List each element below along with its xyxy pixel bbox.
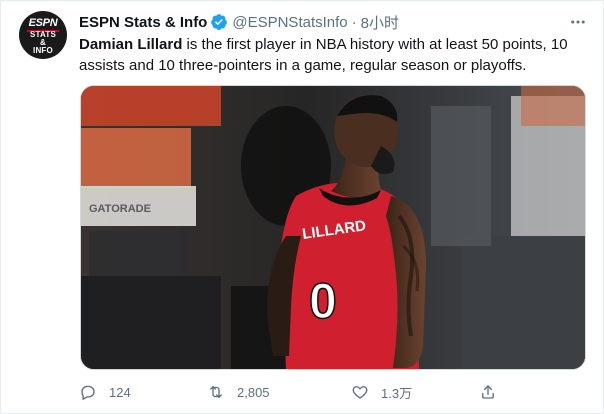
tweet-header: ESPN Stats & Info @ESPNStatsInfo · 8小时: [79, 12, 399, 32]
retweet-button[interactable]: 2,805: [207, 383, 270, 401]
tweet-bold-name: Damian Lillard: [79, 36, 183, 53]
display-name[interactable]: ESPN Stats & Info: [79, 14, 207, 31]
gatorade-sign-text: GATORADE: [89, 203, 151, 215]
like-button[interactable]: 1.3万: [351, 383, 412, 402]
avatar-info-text: INFO: [33, 46, 53, 55]
tweet-card[interactable]: ESPN STATS & INFO ESPN Stats & Info @ESP…: [0, 0, 604, 414]
tweet-timestamp[interactable]: 8小时: [361, 12, 399, 33]
tweet-text: Damian Lillard is the first player in NB…: [79, 34, 589, 76]
retweet-count: 2,805: [237, 384, 270, 400]
retweet-icon: [207, 383, 225, 401]
verified-badge-icon: [210, 13, 228, 31]
bg-orange-block: [81, 86, 221, 126]
account-handle[interactable]: @ESPNStatsInfo: [232, 14, 347, 31]
more-icon[interactable]: [567, 11, 589, 33]
share-button[interactable]: [479, 383, 497, 401]
like-icon: [351, 383, 369, 401]
reply-count: 124: [109, 384, 131, 400]
like-count: 1.3万: [381, 385, 413, 401]
avatar-espn-text: ESPN: [28, 17, 58, 29]
jersey-number-text: 0: [309, 273, 337, 329]
photo-illustration: GATORADE LILLARD 0: [81, 86, 585, 369]
avatar[interactable]: ESPN STATS & INFO: [19, 11, 67, 59]
reply-button[interactable]: 124: [79, 383, 131, 401]
reply-icon: [79, 383, 97, 401]
separator-dot: ·: [351, 13, 357, 31]
share-icon: [479, 383, 497, 401]
tweet-actions: 124 2,805 1.3万: [79, 381, 539, 403]
tweet-photo[interactable]: GATORADE LILLARD 0: [80, 85, 586, 370]
